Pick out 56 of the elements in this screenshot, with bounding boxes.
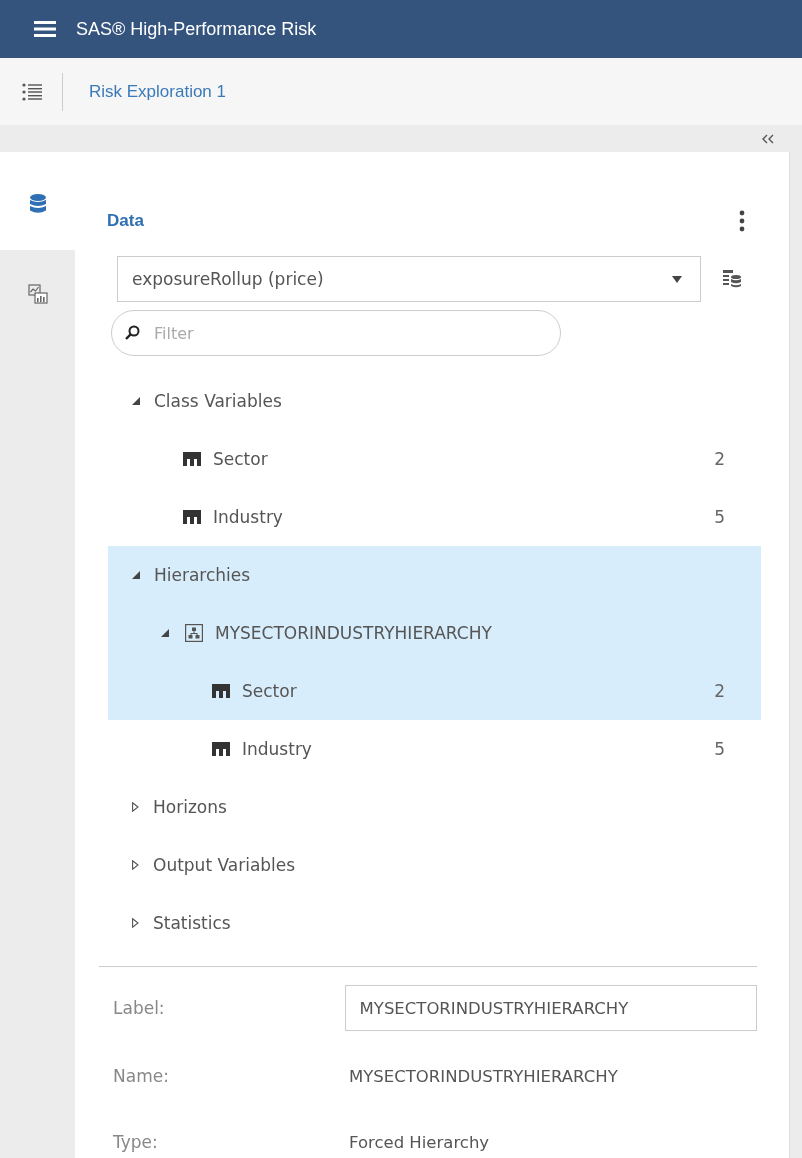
collapsed-arrow-icon[interactable] bbox=[132, 802, 139, 812]
property-value: Forced Hierarchy bbox=[349, 1132, 490, 1152]
tree-label: Sector bbox=[213, 449, 268, 469]
chart-icon bbox=[27, 284, 48, 304]
tree-row[interactable]: Industry 5 bbox=[108, 488, 761, 546]
category-icon bbox=[212, 742, 230, 756]
property-value: MYSECTORINDUSTRYHIERARCHY bbox=[349, 1066, 618, 1086]
hierarchy-icon bbox=[185, 624, 203, 642]
tree-row[interactable]: Class Variables bbox=[108, 372, 761, 430]
item-count: 2 bbox=[714, 449, 725, 469]
tree-row[interactable]: Sector 2 bbox=[108, 430, 761, 488]
expanded-arrow-icon[interactable] bbox=[132, 397, 140, 405]
tree-row[interactable]: Industry 5 bbox=[108, 720, 761, 778]
tree-row[interactable]: MYSECTORINDUSTRYHIERARCHY bbox=[108, 604, 761, 662]
tree-row[interactable]: Sector 2 bbox=[108, 662, 761, 720]
database-icon bbox=[29, 194, 46, 214]
tree-label: Hierarchies bbox=[154, 565, 251, 585]
tree-label: Output Variables bbox=[153, 855, 296, 875]
property-label: Label: bbox=[112, 998, 166, 1018]
table-database-icon[interactable] bbox=[723, 270, 741, 288]
app-title: SAS® High-Performance Risk bbox=[76, 18, 317, 40]
expanded-arrow-icon[interactable] bbox=[132, 571, 140, 579]
more-icon[interactable] bbox=[739, 210, 745, 232]
property-label: Type: bbox=[112, 1132, 159, 1152]
category-icon bbox=[183, 510, 201, 524]
tree-row[interactable]: Statistics bbox=[108, 894, 761, 952]
tree-label: MYSECTORINDUSTRYHIERARCHY bbox=[215, 623, 492, 643]
item-count: 5 bbox=[714, 739, 725, 759]
tree-row[interactable]: Hierarchies bbox=[108, 546, 761, 604]
filter-field[interactable]: Filter bbox=[111, 310, 561, 356]
panel-title: Data bbox=[107, 211, 144, 231]
menu-icon[interactable] bbox=[34, 21, 56, 37]
list-icon[interactable] bbox=[22, 82, 42, 101]
data-tab[interactable] bbox=[0, 152, 75, 250]
collapsed-arrow-icon[interactable] bbox=[132, 860, 139, 870]
category-icon bbox=[183, 452, 201, 466]
tree-row[interactable]: Horizons bbox=[108, 778, 761, 836]
label-field[interactable]: MYSECTORINDUSTRYHIERARCHY bbox=[344, 985, 757, 1031]
dropdown-caret-icon bbox=[672, 275, 682, 283]
expanded-arrow-icon[interactable] bbox=[161, 629, 169, 637]
search-icon bbox=[125, 325, 140, 340]
document-tab[interactable]: Risk Exploration 1 bbox=[89, 81, 226, 102]
tree-label: Industry bbox=[242, 739, 312, 759]
item-count: 2 bbox=[714, 681, 725, 701]
tree-label: Industry bbox=[213, 507, 283, 527]
tree-label: Class Variables bbox=[154, 391, 282, 411]
property-label: Name: bbox=[112, 1066, 170, 1086]
tree-label: Horizons bbox=[153, 797, 227, 817]
category-icon bbox=[212, 684, 230, 698]
tree-row[interactable]: Output Variables bbox=[108, 836, 761, 894]
tree-label: Sector bbox=[242, 681, 297, 701]
collapse-icon[interactable] bbox=[762, 133, 774, 144]
source-dropdown[interactable]: exposureRollup (price) bbox=[117, 256, 701, 302]
item-count: 5 bbox=[714, 507, 725, 527]
tree-label: Statistics bbox=[153, 913, 231, 933]
collapsed-arrow-icon[interactable] bbox=[132, 918, 139, 928]
